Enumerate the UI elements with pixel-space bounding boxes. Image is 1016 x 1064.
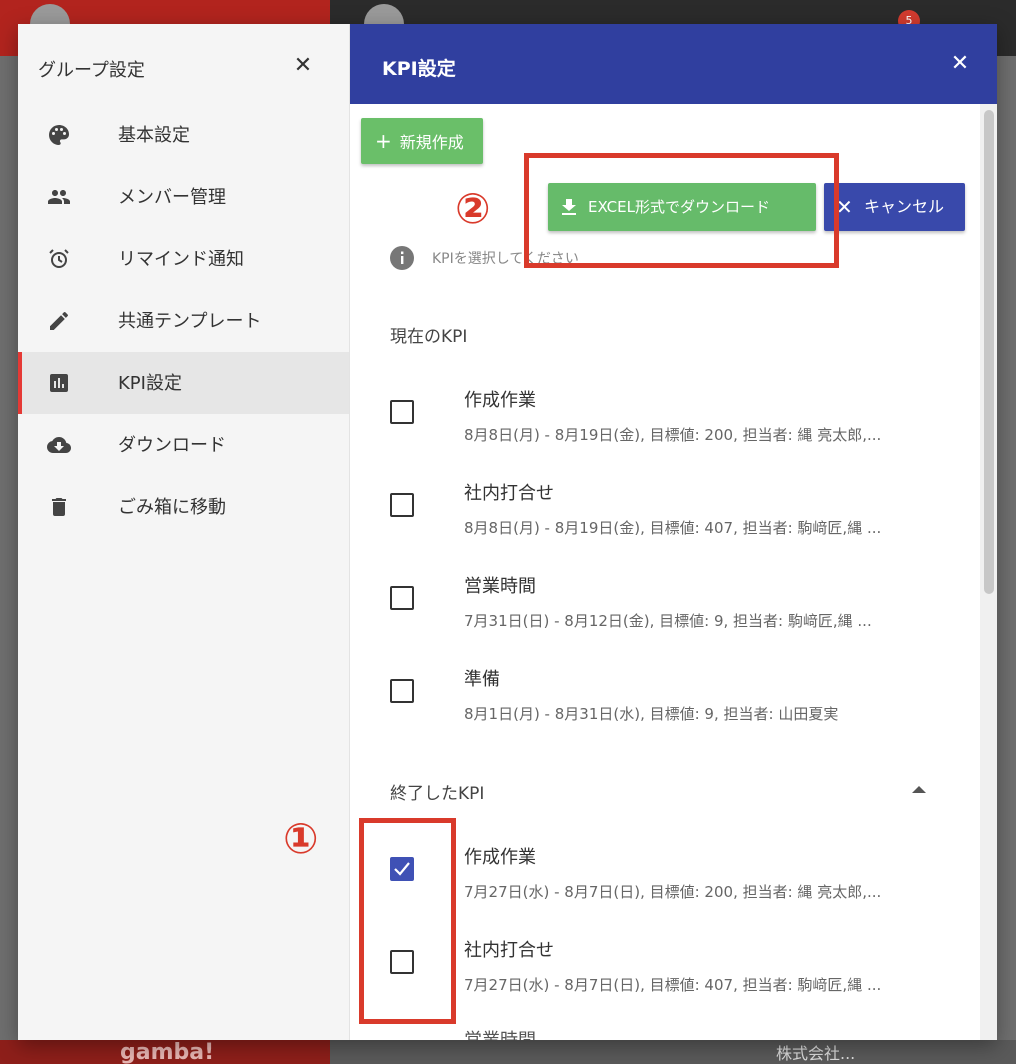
- kpi-detail: 8月1日(月) - 8月31日(水), 目標値: 9, 担当者: 山田夏実: [464, 705, 839, 723]
- annotation-number-two: ②: [455, 184, 491, 233]
- sidebar-item-label: 基本設定: [118, 125, 190, 146]
- pencil-icon: [50, 311, 68, 330]
- list-item[interactable]: 作成作業 8月8日(月) - 8月19日(金), 目標値: 200, 担当者: …: [350, 380, 980, 472]
- chart-icon: [50, 374, 68, 392]
- new-kpi-button[interactable]: + 新規作成: [361, 118, 483, 164]
- kpi-checkbox[interactable]: [390, 679, 414, 703]
- sidebar-header: グループ設定 ✕: [18, 24, 349, 104]
- sidebar-item-label: 共通テンプレート: [118, 311, 262, 332]
- scrollbar-thumb[interactable]: [984, 110, 994, 594]
- group-settings-dialog: グループ設定 ✕ 基本設定 メンバー管理 リマインド通知 共通テンプレート KP…: [18, 24, 997, 1040]
- kpi-detail: 8月8日(月) - 8月19日(金), 目標値: 200, 担当者: 縄 亮太郎…: [464, 426, 882, 444]
- annotation-box-excel: [524, 153, 839, 268]
- kpi-name: 作成作業: [464, 847, 536, 868]
- kpi-name: 社内打合せ: [464, 940, 554, 961]
- kpi-detail: 8月8日(月) - 8月19日(金), 目標値: 407, 担当者: 駒﨑匠,縄…: [464, 519, 882, 537]
- kpi-name-partial: 営業時間: [464, 1026, 536, 1040]
- list-item[interactable]: 営業時間 7月31日(日) - 8月12日(金), 目標値: 9, 担当者: 駒…: [350, 566, 980, 658]
- sidebar-item-label: メンバー管理: [118, 187, 226, 208]
- kpi-name: 作成作業: [464, 390, 536, 411]
- kpi-name: 準備: [464, 669, 500, 690]
- sidebar-title: グループ設定: [38, 60, 145, 81]
- sidebar-item-templates[interactable]: 共通テンプレート: [18, 290, 349, 352]
- kpi-detail: 7月31日(日) - 8月12日(金), 目標値: 9, 担当者: 駒﨑匠,縄 …: [464, 612, 872, 630]
- kpi-checkbox[interactable]: [390, 586, 414, 610]
- kpi-checkbox[interactable]: [390, 400, 414, 424]
- sidebar-item-label: リマインド通知: [118, 249, 244, 270]
- new-kpi-button-label: 新規作成: [399, 133, 464, 152]
- alarm-icon: [49, 249, 69, 269]
- list-item[interactable]: 社内打合せ 8月8日(月) - 8月19日(金), 目標値: 407, 担当者:…: [350, 473, 980, 565]
- background-company-name: 株式会社...: [776, 1044, 856, 1063]
- close-icon[interactable]: ✕: [948, 52, 972, 76]
- sidebar-item-kpi-settings[interactable]: KPI設定: [18, 352, 349, 414]
- sidebar-item-label: ダウンロード: [118, 435, 226, 456]
- cancel-button-label: キャンセル: [864, 197, 945, 216]
- sidebar-item-reminders[interactable]: リマインド通知: [18, 228, 349, 290]
- sidebar-item-label: ごみ箱に移動: [118, 497, 226, 518]
- kpi-name: 社内打合せ: [464, 483, 554, 504]
- kpi-detail: 7月27日(水) - 8月7日(日), 目標値: 407, 担当者: 駒﨑匠,縄…: [464, 976, 882, 994]
- trash-icon: [52, 498, 66, 516]
- kpi-checkbox[interactable]: [390, 493, 414, 517]
- annotation-box-checkboxes: [359, 818, 456, 1024]
- info-icon: [390, 246, 414, 270]
- sidebar-item-members[interactable]: メンバー管理: [18, 166, 349, 228]
- cancel-button[interactable]: ✕ キャンセル: [824, 183, 965, 231]
- ended-kpi-heading: 終了したKPI: [390, 784, 485, 804]
- people-icon: [48, 190, 70, 204]
- sidebar-item-basic-settings[interactable]: 基本設定: [18, 104, 349, 166]
- app-logo: gamba!: [120, 1040, 215, 1064]
- kpi-name: 営業時間: [464, 576, 536, 597]
- plus-icon: +: [375, 129, 392, 153]
- settings-sidebar: グループ設定 ✕ 基本設定 メンバー管理 リマインド通知 共通テンプレート KP…: [18, 24, 350, 1040]
- panel-header: KPI設定 ✕: [350, 24, 997, 104]
- chevron-up-icon[interactable]: [912, 784, 926, 794]
- kpi-detail: 7月27日(水) - 8月7日(日), 目標値: 200, 担当者: 縄 亮太郎…: [464, 883, 882, 901]
- cloud-download-icon: [47, 437, 71, 453]
- list-item[interactable]: 準備 8月1日(月) - 8月31日(水), 目標値: 9, 担当者: 山田夏実: [350, 659, 980, 751]
- current-kpi-heading: 現在のKPI: [390, 327, 468, 347]
- close-icon[interactable]: ✕: [291, 54, 315, 78]
- sidebar-item-download[interactable]: ダウンロード: [18, 414, 349, 476]
- sidebar-item-trash[interactable]: ごみ箱に移動: [18, 476, 349, 538]
- panel-title: KPI設定: [382, 58, 456, 80]
- annotation-number-one: ①: [283, 814, 319, 863]
- palette-icon: [49, 125, 69, 145]
- sidebar-item-label: KPI設定: [118, 373, 182, 394]
